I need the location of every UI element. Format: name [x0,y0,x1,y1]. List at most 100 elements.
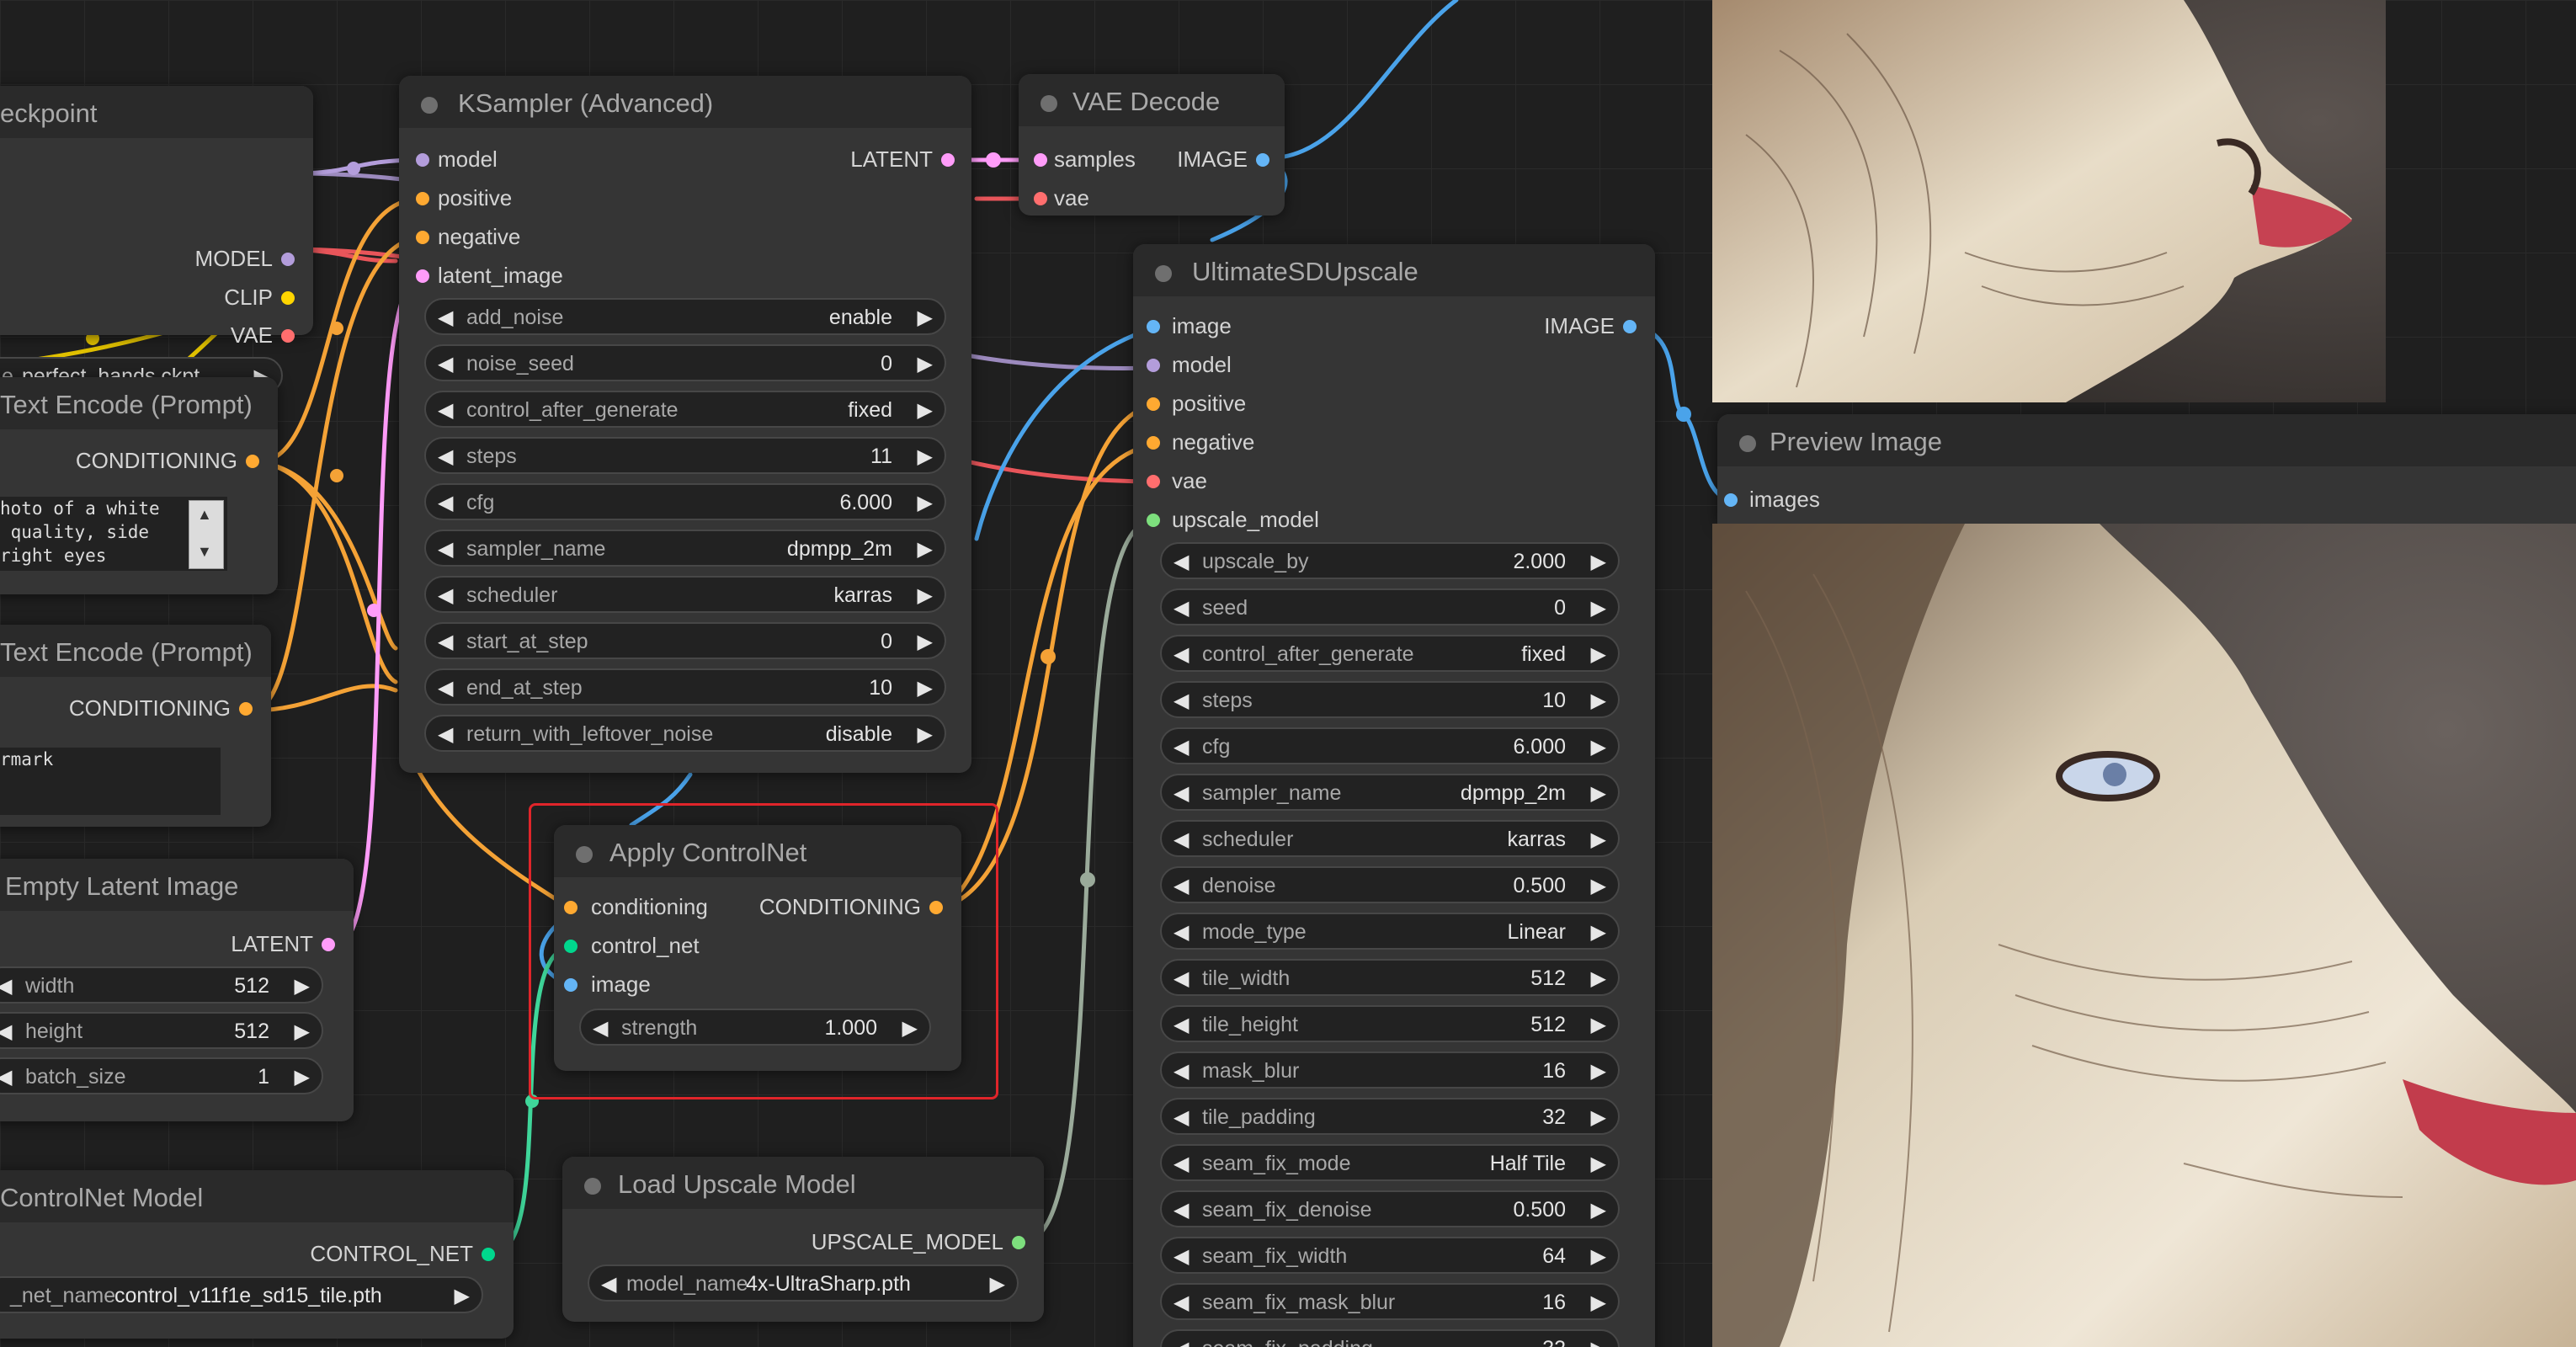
arrow-left-icon[interactable]: ◀ [1174,1152,1189,1176]
output-slot-latent[interactable] [322,938,335,951]
collapse-dot-icon[interactable] [1155,265,1172,282]
input-slot-model[interactable] [416,153,429,167]
widget-seam-fix-padding[interactable]: ◀ seam_fix_padding 32 ▶ [1160,1329,1620,1347]
node-vae-decode[interactable]: VAE Decode samples vae IMAGE [1019,74,1285,216]
widget-steps[interactable]: ◀ steps 10 ▶ [1160,681,1620,718]
output-slot-conditioning[interactable] [246,455,259,468]
output-slot-model[interactable] [281,253,295,266]
output-slot-image[interactable] [1623,320,1637,333]
output-slot-clip[interactable] [281,291,295,305]
input-slot-samples[interactable] [1034,153,1047,167]
arrow-right-icon[interactable]: ▶ [918,676,933,700]
arrow-right-icon[interactable]: ▶ [295,974,310,998]
arrow-left-icon[interactable]: ◀ [1174,596,1189,620]
widget-steps[interactable]: ◀ steps 11 ▶ [424,437,946,474]
arrow-right-icon[interactable]: ▶ [1591,642,1606,667]
arrow-left-icon[interactable]: ◀ [438,445,453,469]
widget-cfg[interactable]: ◀ cfg 6.000 ▶ [1160,727,1620,764]
controlnet-name-widget[interactable]: _net_name control_v11f1e_sd15_tile.pth ▶ [0,1276,483,1313]
input-slot-latent-image[interactable] [416,269,429,283]
collapse-dot-icon[interactable] [421,97,438,114]
output-slot-image[interactable] [1256,153,1269,167]
input-slot-vae[interactable] [1034,192,1047,205]
output-slot-conditioning[interactable] [239,702,253,716]
node-load-controlnet-model[interactable]: ControlNet Model CONTROL_NET _net_name c… [0,1170,514,1339]
widget-cfg[interactable]: ◀ cfg 6.000 ▶ [424,483,946,520]
widget-seam-fix-width[interactable]: ◀ seam_fix_width 64 ▶ [1160,1237,1620,1274]
arrow-right-icon[interactable]: ▶ [918,491,933,515]
arrow-left-icon[interactable]: ◀ [1174,920,1189,945]
input-slot-negative[interactable] [1147,436,1160,450]
textarea-scrollbar[interactable]: ▲ ▼ [189,500,224,569]
arrow-right-icon[interactable]: ▶ [1591,1291,1606,1315]
node-graph-canvas[interactable]: eckpoint MODEL CLIP VAE e perfect_hands.… [0,0,2576,1347]
widget-mode-type[interactable]: ◀ mode_type Linear ▶ [1160,913,1620,950]
input-slot-images[interactable] [1724,493,1738,507]
arrow-left-icon[interactable]: ◀ [438,676,453,700]
collapse-dot-icon[interactable] [1041,95,1057,112]
arrow-left-icon[interactable]: ◀ [438,630,453,654]
arrow-left-icon[interactable]: ◀ [438,306,453,330]
arrow-left-icon[interactable]: ◀ [1174,781,1189,806]
node-text-encode-negative[interactable]: Text Encode (Prompt) CONDITIONING rmark [0,625,271,827]
arrow-left-icon[interactable]: ◀ [1174,1059,1189,1083]
arrow-right-icon[interactable]: ▶ [918,352,933,376]
arrow-right-icon[interactable]: ▶ [918,722,933,747]
output-slot-upscale-model[interactable] [1012,1236,1025,1249]
arrow-right-icon[interactable]: ▶ [1591,828,1606,852]
widget-noise-seed[interactable]: ◀ noise_seed 0 ▶ [424,344,946,381]
arrow-right-icon[interactable]: ▶ [1591,550,1606,574]
widget-denoise[interactable]: ◀ denoise 0.500 ▶ [1160,866,1620,903]
widget-scheduler[interactable]: ◀ scheduler karras ▶ [424,576,946,613]
arrow-right-icon[interactable]: ▶ [1591,781,1606,806]
widget-add-noise[interactable]: ◀ add_noise enable ▶ [424,298,946,335]
arrow-left-icon[interactable]: ◀ [0,1065,12,1089]
arrow-right-icon[interactable]: ▶ [295,1065,310,1089]
input-slot-upscale-model[interactable] [1147,514,1160,527]
node-preview-image[interactable]: Preview Image images [1717,414,2576,524]
arrow-right-icon[interactable]: ▶ [918,583,933,608]
collapse-dot-icon[interactable] [584,1178,601,1195]
node-ultimate-sd-upscale[interactable]: UltimateSDUpscale image model positive n… [1133,244,1655,1347]
widget-batch-size[interactable]: ◀ batch_size 1 ▶ [0,1057,323,1094]
arrow-left-icon[interactable]: ◀ [1174,642,1189,667]
widget-tile-height[interactable]: ◀ tile_height 512 ▶ [1160,1005,1620,1042]
arrow-right-icon[interactable]: ▶ [1591,1059,1606,1083]
widget-sampler-name[interactable]: ◀ sampler_name dpmpp_2m ▶ [424,530,946,567]
scroll-up-icon[interactable]: ▲ [197,506,212,524]
arrow-left-icon[interactable]: ◀ [1174,550,1189,574]
arrow-left-icon[interactable]: ◀ [1174,1291,1189,1315]
arrow-left-icon[interactable]: ◀ [1174,1337,1189,1347]
widget-scheduler[interactable]: ◀ scheduler karras ▶ [1160,820,1620,857]
node-ksampler-advanced[interactable]: KSampler (Advanced) model positive negat… [399,76,971,773]
input-slot-positive[interactable] [1147,397,1160,411]
arrow-right-icon[interactable]: ▶ [1591,874,1606,898]
arrow-left-icon[interactable]: ◀ [0,1020,12,1044]
arrow-right-icon[interactable]: ▶ [1591,1198,1606,1222]
arrow-left-icon[interactable]: ◀ [438,398,453,423]
arrow-left-icon[interactable]: ◀ [1174,966,1189,991]
arrow-right-icon[interactable]: ▶ [1591,735,1606,759]
arrow-left-icon[interactable]: ◀ [438,583,453,608]
widget-width[interactable]: ◀ width 512 ▶ [0,966,323,1004]
output-slot-control-net[interactable] [482,1248,495,1261]
input-slot-model[interactable] [1147,359,1160,372]
widget-seed[interactable]: ◀ seed 0 ▶ [1160,588,1620,626]
widget-tile-width[interactable]: ◀ tile_width 512 ▶ [1160,959,1620,996]
widget-sampler-name[interactable]: ◀ sampler_name dpmpp_2m ▶ [1160,774,1620,811]
widget-start-at-step[interactable]: ◀ start_at_step 0 ▶ [424,622,946,659]
widget-return-with-leftover-noise[interactable]: ◀ return_with_leftover_noise disable ▶ [424,715,946,752]
widget-upscale-by[interactable]: ◀ upscale_by 2.000 ▶ [1160,542,1620,579]
arrow-right-icon[interactable]: ▶ [1591,1013,1606,1037]
arrow-right-icon[interactable]: ▶ [1591,1337,1606,1347]
arrow-left-icon[interactable]: ◀ [1174,1244,1189,1269]
widget-height[interactable]: ◀ height 512 ▶ [0,1012,323,1049]
node-text-encode-positive[interactable]: Text Encode (Prompt) CONDITIONING hoto o… [0,377,278,594]
input-slot-image[interactable] [1147,320,1160,333]
arrow-left-icon[interactable]: ◀ [438,537,453,562]
arrow-right-icon[interactable]: ▶ [918,537,933,562]
input-slot-vae[interactable] [1147,475,1160,488]
collapse-dot-icon[interactable] [1739,435,1756,452]
arrow-left-icon[interactable]: ◀ [438,352,453,376]
arrow-left-icon[interactable]: ◀ [1174,1198,1189,1222]
